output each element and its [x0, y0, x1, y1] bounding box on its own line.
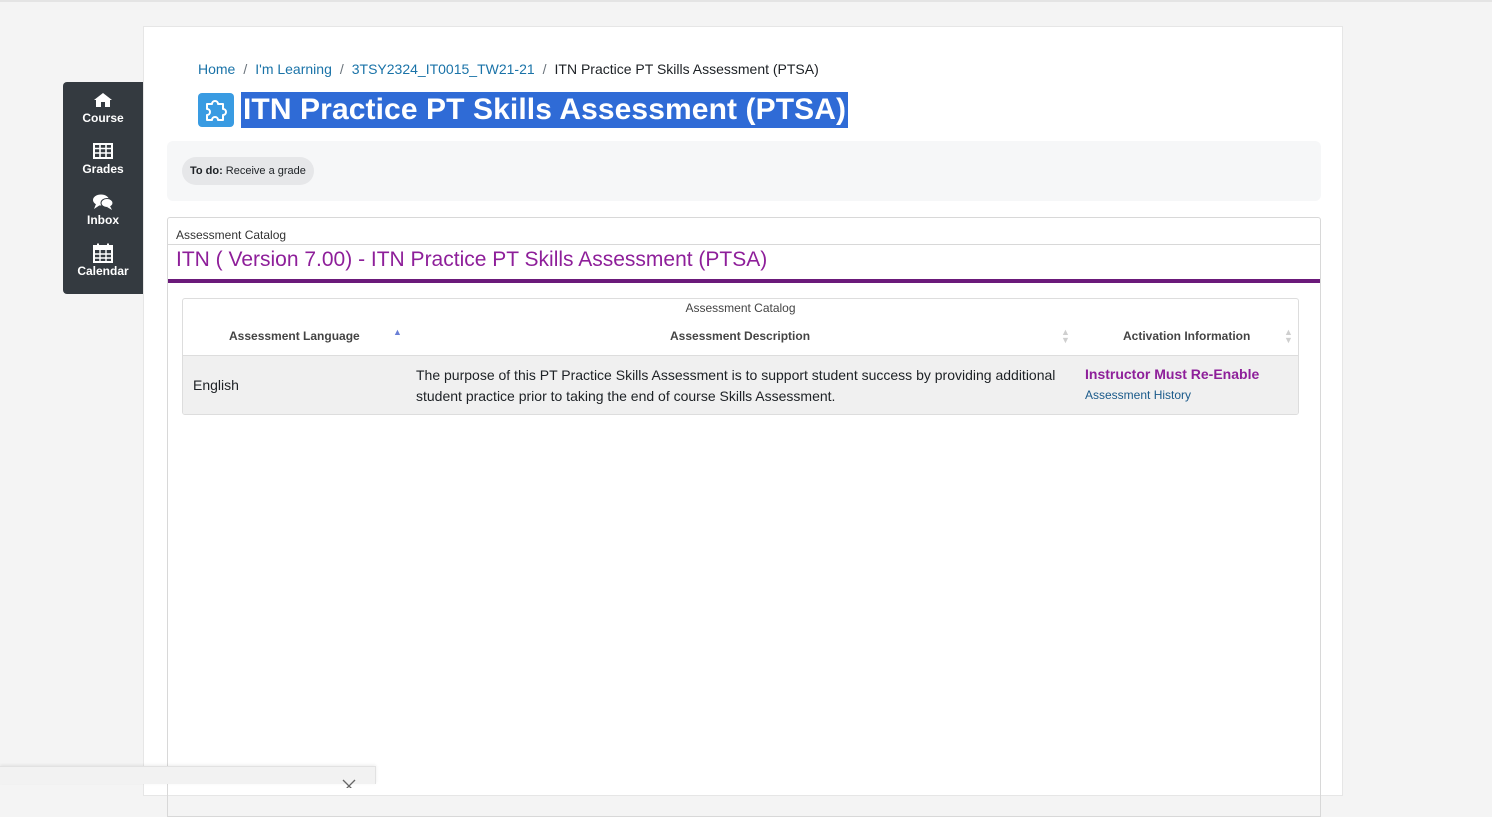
nav-grades-button[interactable]: Grades — [63, 141, 143, 192]
todo-label: To do: — [190, 165, 223, 177]
nav-course-button[interactable]: Course — [63, 90, 143, 141]
todo-text: Receive a grade — [225, 165, 306, 177]
assessment-history-link[interactable]: Assessment History — [1085, 388, 1259, 402]
nav-inbox-label: Inbox — [87, 213, 119, 227]
divider — [168, 244, 1320, 245]
comments-icon — [92, 192, 114, 212]
column-header-activation[interactable]: Activation Information — [1123, 329, 1250, 343]
assessment-catalog-frame: Assessment Catalog ITN ( Version 7.00) -… — [167, 217, 1321, 817]
cell-description: The purpose of this PT Practice Skills A… — [416, 367, 1056, 404]
sort-icon[interactable]: ▲ ▼ — [1284, 328, 1293, 345]
column-header-description[interactable]: Assessment Description — [670, 329, 810, 343]
puzzle-icon — [198, 93, 234, 127]
activity-dates-box: To do: Receive a grade — [167, 141, 1321, 201]
breadcrumb-learning-link[interactable]: I'm Learning — [255, 61, 332, 77]
breadcrumb-course-link[interactable]: 3TSY2324_IT0015_TW21-21 — [352, 61, 535, 77]
nav-calendar-button[interactable]: Calendar — [63, 243, 143, 294]
page-title: ITN Practice PT Skills Assessment (PTSA) — [241, 92, 849, 128]
page-header: ITN Practice PT Skills Assessment (PTSA) — [198, 92, 849, 128]
sort-ascending-icon[interactable]: ▲ — [393, 328, 402, 337]
nav-grades-label: Grades — [82, 162, 124, 176]
breadcrumb: Home / I'm Learning / 3TSY2324_IT0015_TW… — [198, 61, 819, 77]
column-header-language[interactable]: Assessment Language — [229, 329, 360, 343]
breadcrumb-separator: / — [542, 61, 547, 77]
home-icon — [92, 90, 114, 110]
bottom-popup-panel — [0, 766, 376, 793]
table-caption: Assessment Catalog — [685, 301, 796, 315]
breadcrumb-home-link[interactable]: Home — [198, 61, 235, 77]
nav-course-label: Course — [82, 111, 124, 125]
cell-activation: Instructor Must Re-Enable Assessment His… — [1085, 366, 1259, 402]
frame-label: Assessment Catalog — [176, 228, 287, 242]
calendar-icon — [92, 243, 114, 263]
breadcrumb-separator: / — [243, 61, 248, 77]
nav-inbox-button[interactable]: Inbox — [63, 192, 143, 243]
main-content-card: Home / I'm Learning / 3TSY2324_IT0015_TW… — [143, 26, 1343, 817]
catalog-heading: ITN ( Version 7.00) - ITN Practice PT Sk… — [176, 248, 768, 271]
sort-icon[interactable]: ▲ ▼ — [1061, 328, 1070, 345]
table-icon — [92, 141, 114, 161]
breadcrumb-separator: / — [339, 61, 344, 77]
cell-language: English — [193, 377, 239, 393]
table-row: English The purpose of this PT Practice … — [183, 356, 1298, 414]
top-border — [0, 0, 1492, 2]
nav-calendar-label: Calendar — [77, 264, 129, 278]
assessment-table: Assessment Catalog Assessment Language ▲… — [182, 298, 1299, 415]
course-quick-nav: Course Grades Inbox Calendar — [63, 82, 143, 294]
todo-badge: To do: Receive a grade — [182, 157, 314, 185]
activation-status: Instructor Must Re-Enable — [1085, 366, 1260, 382]
breadcrumb-current: ITN Practice PT Skills Assessment (PTSA) — [554, 61, 819, 77]
heading-underline — [168, 279, 1320, 283]
